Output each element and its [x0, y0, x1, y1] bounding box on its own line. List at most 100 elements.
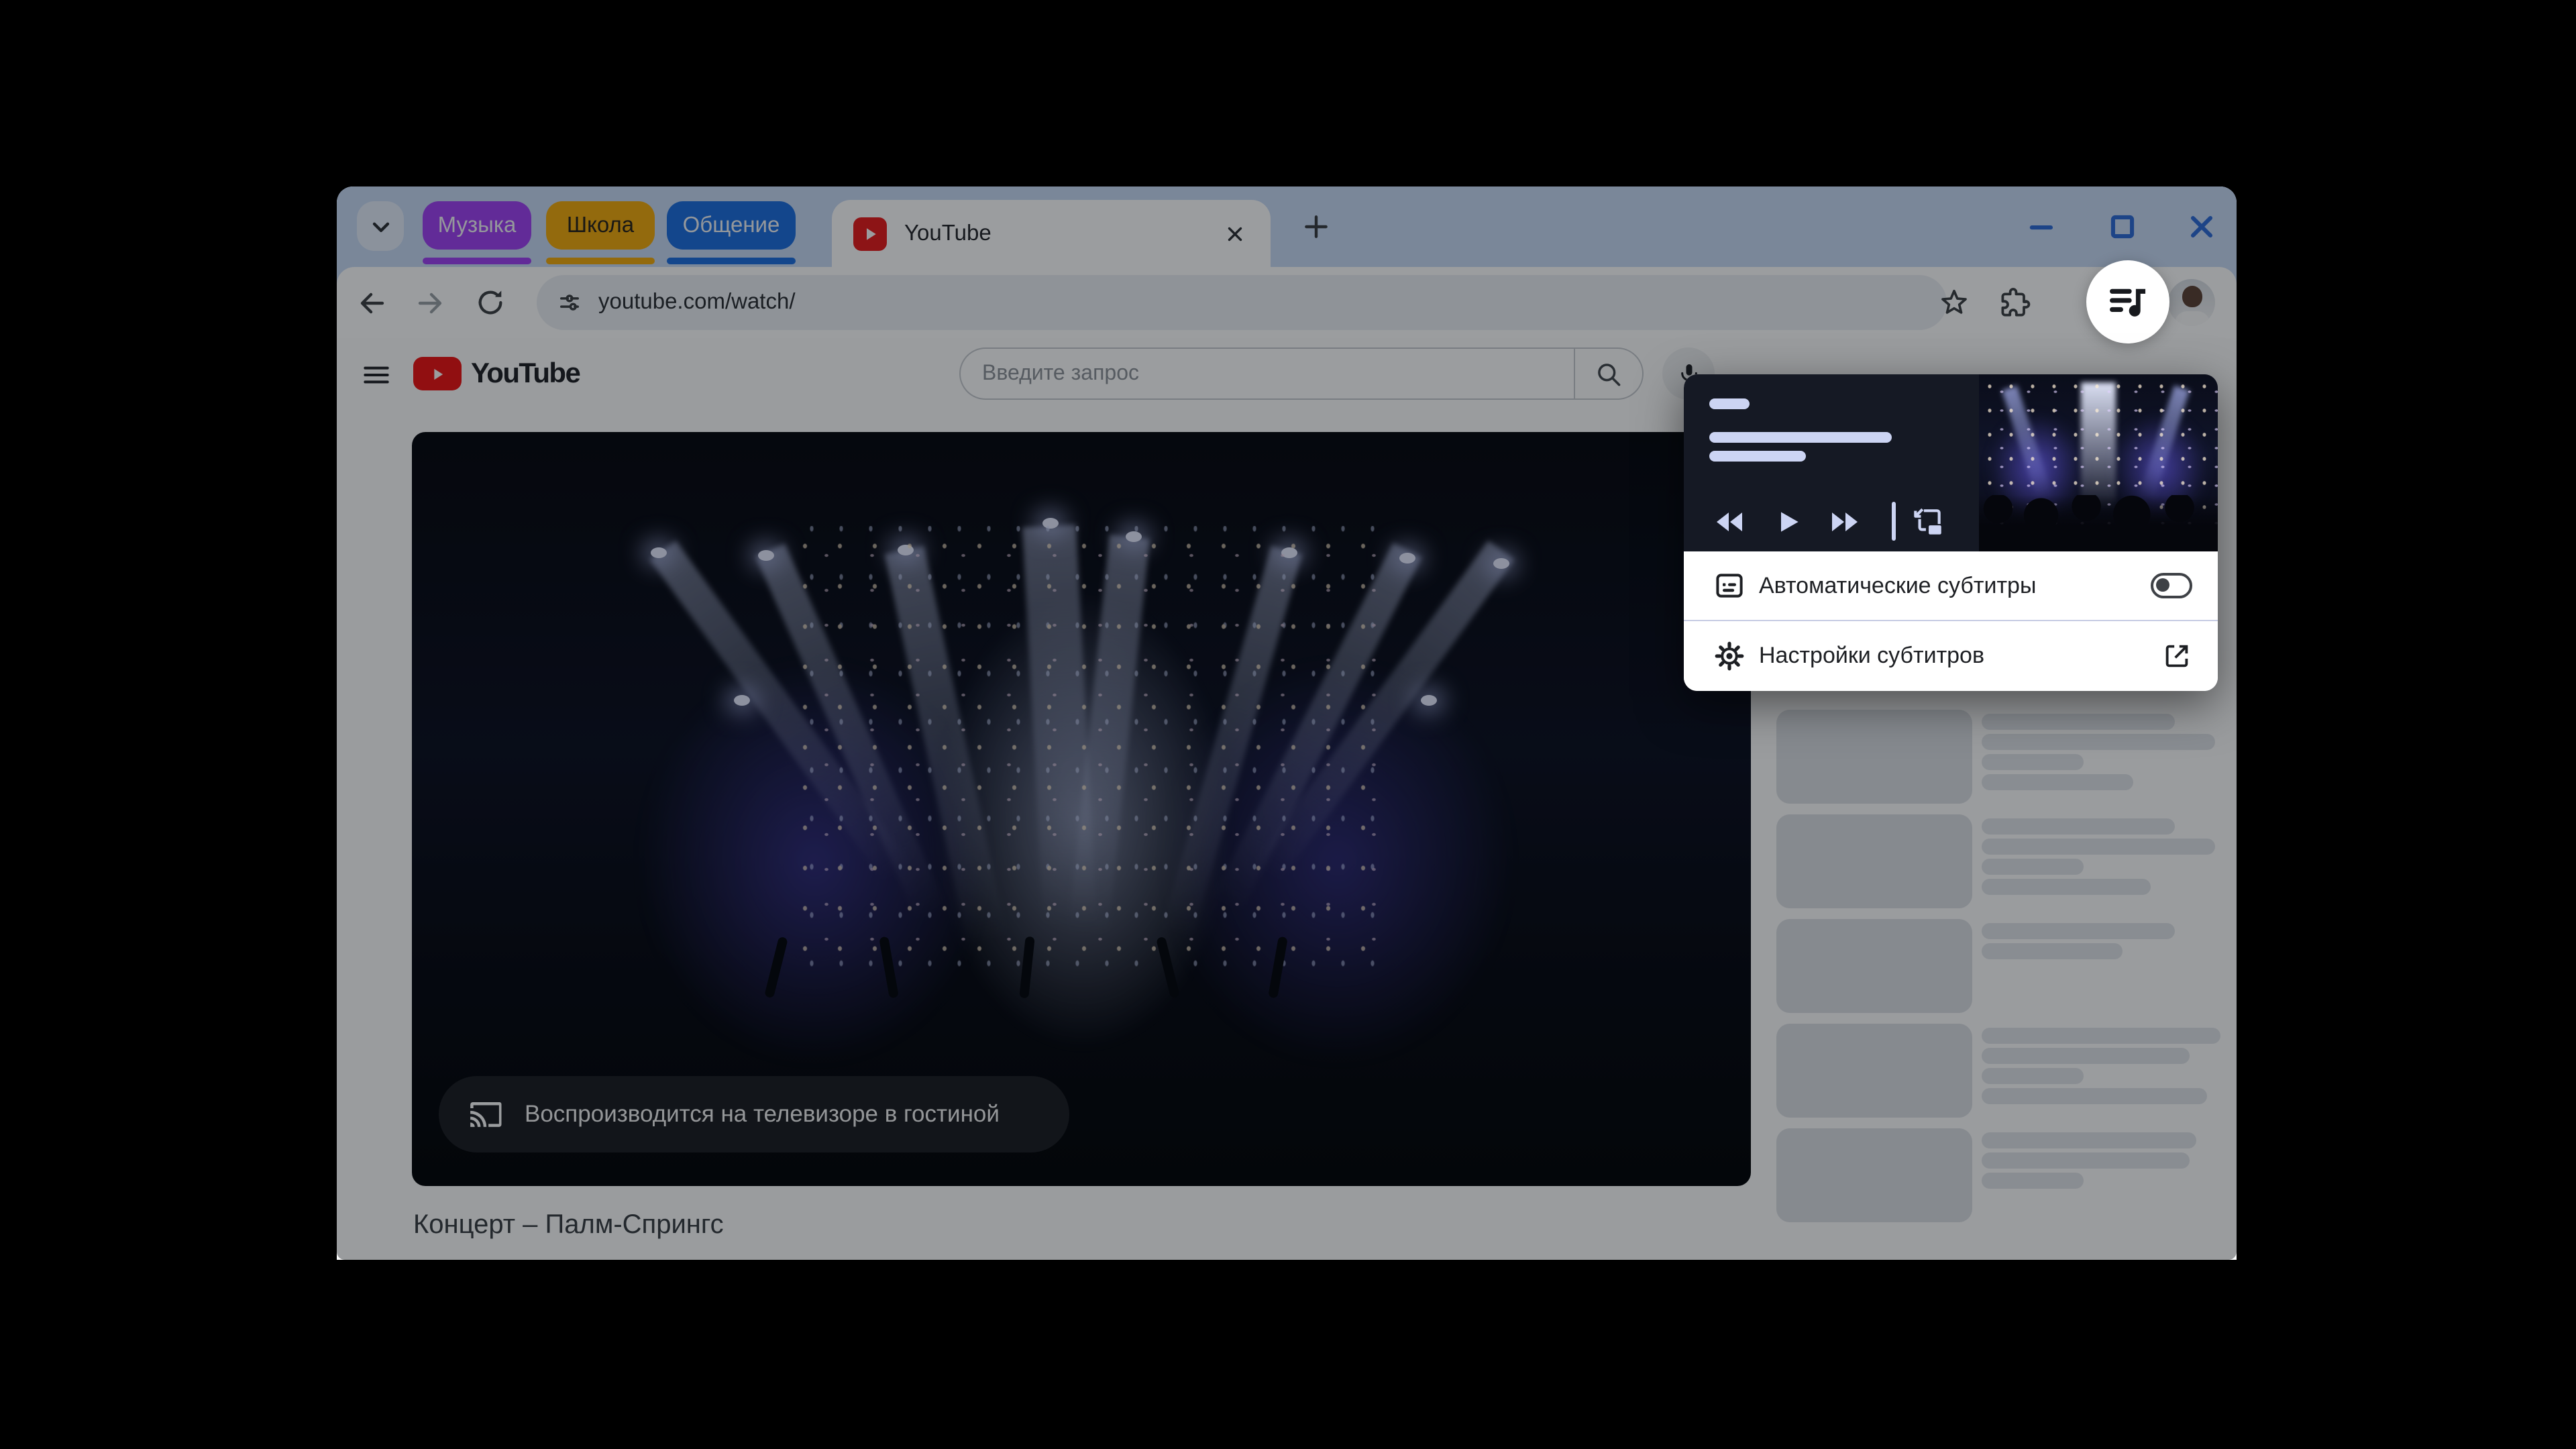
caption-settings-label: Настройки субтитров — [1759, 643, 1984, 669]
skeleton-thumbnail — [1776, 1024, 1972, 1118]
skeleton-text-line — [1982, 818, 2175, 835]
previous-track-button[interactable] — [1713, 506, 1746, 538]
tab-group-underline — [423, 258, 531, 264]
auto-captions-row[interactable]: Автоматические субтитры — [1684, 551, 2218, 620]
reload-button[interactable] — [474, 286, 506, 319]
skeleton-text-line — [1982, 859, 2084, 875]
skeleton-text-line — [1982, 714, 2175, 730]
skeleton-text-line — [1982, 1028, 2220, 1044]
spotlight — [734, 695, 750, 706]
fast-forward-button[interactable] — [1829, 506, 1861, 538]
skeleton-text-line — [1982, 1068, 2084, 1084]
media-controls-button[interactable] — [2086, 260, 2169, 343]
maximize-icon — [2104, 209, 2139, 244]
skeleton-text-line — [1982, 774, 2133, 790]
nav-buttons — [356, 267, 506, 338]
menu-button[interactable] — [358, 357, 393, 392]
skeleton-text-line — [1982, 754, 2084, 770]
tab-group-underline — [667, 258, 796, 264]
captions-icon — [1713, 570, 1746, 602]
suggestion-skeleton-item — [1776, 919, 2219, 1013]
desktop-screen: Музыка Школа Общение YouTube — [0, 0, 2576, 1449]
skeleton-text-line — [1982, 943, 2123, 959]
media-session-card — [1684, 374, 2218, 551]
new-tab-button[interactable] — [1292, 203, 1339, 250]
cast-status-overlay: Воспроизводится на телевизоре в гостиной — [439, 1076, 1069, 1152]
spotlight — [651, 547, 667, 558]
chevron-down-icon — [367, 213, 394, 239]
search-button[interactable] — [1574, 347, 1644, 400]
tab-search-button[interactable] — [357, 201, 404, 251]
popup-skeleton-bar — [1709, 451, 1806, 462]
auto-captions-toggle[interactable] — [2151, 573, 2192, 598]
picture-in-picture-icon — [1909, 504, 1945, 540]
media-controls-popup: Автоматические субтитры Настройки субтит… — [1684, 374, 2218, 691]
window-maximize-button[interactable] — [2104, 208, 2140, 244]
tab-group-underline — [546, 258, 655, 264]
spotlight — [758, 550, 774, 561]
forward-button[interactable] — [415, 286, 447, 319]
controls-divider — [1892, 502, 1895, 541]
skeleton-thumbnail — [1776, 814, 1972, 908]
rewind-icon — [1713, 506, 1746, 538]
puzzle-icon — [1999, 286, 2031, 319]
tab-group-chat[interactable]: Общение — [667, 201, 796, 250]
extensions-button[interactable] — [1999, 286, 2031, 319]
popup-skeleton-bar — [1709, 432, 1892, 443]
tab-group-school[interactable]: Школа — [546, 201, 655, 250]
video-title: Концерт – Палм-Спрингс — [413, 1210, 724, 1241]
window-close-button[interactable] — [2183, 208, 2219, 244]
reload-icon — [474, 287, 505, 318]
spotlight — [1421, 695, 1437, 706]
caption-settings-row[interactable]: Настройки субтитров — [1684, 621, 2218, 691]
cast-icon — [468, 1096, 504, 1132]
skeleton-text-line — [1982, 1152, 2190, 1169]
skeleton-text-line — [1982, 923, 2175, 939]
back-button[interactable] — [356, 286, 388, 319]
media-thumbnail — [1979, 374, 2218, 551]
popup-skeleton-bar — [1709, 398, 1750, 409]
tab-close-icon[interactable] — [1220, 219, 1249, 248]
suggestion-skeleton-item — [1776, 1128, 2219, 1222]
tab-title: YouTube — [904, 221, 991, 246]
skeleton-text-line — [1982, 1173, 2084, 1189]
picture-in-picture-button[interactable] — [1909, 506, 1945, 538]
youtube-logo[interactable]: YouTube — [413, 357, 580, 390]
thumb-crowd — [1979, 495, 2218, 551]
cast-status-text: Воспроизводится на телевизоре в гостиной — [525, 1100, 1000, 1128]
youtube-wordmark: YouTube — [471, 358, 580, 390]
skeleton-text-line — [1982, 879, 2151, 895]
search-icon — [1594, 359, 1623, 388]
forward-arrow-icon — [415, 286, 447, 319]
video-player[interactable]: Воспроизводится на телевизоре в гостиной — [412, 432, 1751, 1186]
tab-strip: Музыка Школа Общение YouTube — [337, 186, 2237, 267]
browser-toolbar: youtube.com/watch/ — [337, 267, 2237, 338]
browser-window: Музыка Школа Общение YouTube — [337, 186, 2237, 1260]
skeleton-text-line — [1982, 1088, 2207, 1104]
skeleton-thumbnail — [1776, 710, 1972, 804]
bookmark-star-button[interactable] — [1937, 286, 1970, 319]
play-button[interactable] — [1772, 506, 1805, 538]
skeleton-text-line — [1982, 734, 2215, 750]
open-in-new-icon[interactable] — [2161, 641, 2192, 672]
youtube-play-icon — [413, 357, 462, 390]
address-bar[interactable]: youtube.com/watch/ — [537, 275, 1947, 330]
tab-group-label: Общение — [683, 213, 780, 238]
skeleton-thumbnail — [1776, 919, 1972, 1013]
profile-avatar[interactable] — [2168, 279, 2215, 326]
window-minimize-button[interactable] — [2023, 208, 2059, 244]
youtube-favicon-icon — [853, 217, 887, 250]
tab-youtube[interactable]: YouTube — [832, 200, 1271, 267]
tab-group-label: Школа — [567, 213, 634, 238]
confetti — [788, 526, 1378, 969]
back-arrow-icon — [356, 286, 388, 319]
tab-group-music[interactable]: Музыка — [423, 201, 531, 250]
url-text: youtube.com/watch/ — [598, 290, 796, 315]
star-icon — [1938, 287, 1969, 318]
toolbar-actions — [1937, 267, 2215, 338]
suggestion-skeleton-item — [1776, 814, 2219, 908]
minimize-icon — [2024, 209, 2059, 244]
play-icon — [1774, 507, 1803, 537]
search-input[interactable] — [959, 347, 1574, 400]
suggestion-skeleton-item — [1776, 710, 2219, 804]
